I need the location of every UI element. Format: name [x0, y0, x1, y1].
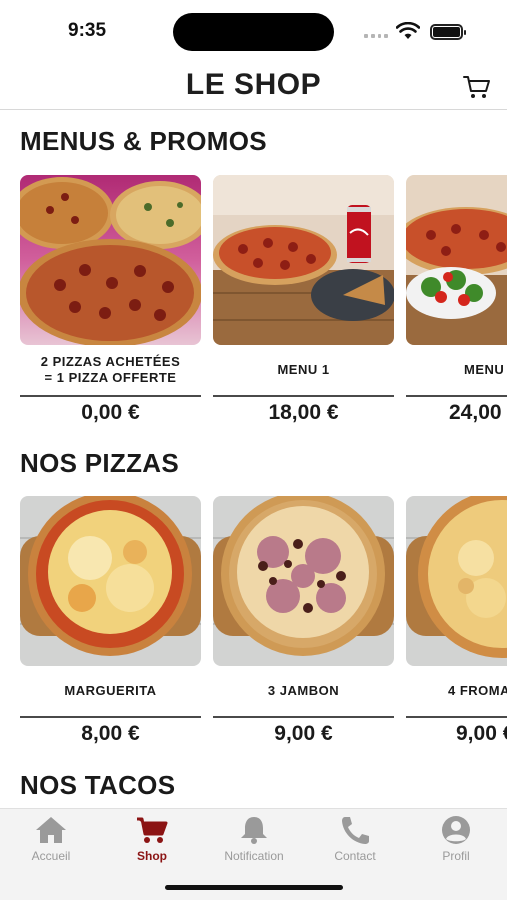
product-card[interactable]: 2 PIZZAS ACHETÉES = 1 PIZZA OFFERTE 0,00…	[20, 175, 201, 435]
page-title: LE SHOP	[185, 68, 322, 101]
divider	[213, 716, 394, 718]
product-name: 2 PIZZAS ACHETÉES = 1 PIZZA OFFERTE	[40, 354, 181, 385]
tab-label: Shop	[137, 849, 167, 863]
cart-icon	[137, 817, 168, 843]
tab-profil[interactable]: Profil	[406, 815, 506, 875]
product-image	[213, 496, 394, 666]
product-card[interactable]: MENU 2 24,00 €	[406, 175, 507, 435]
product-name: 3 JAMBON	[267, 683, 340, 698]
section-title-menus-promos: MENUS & PROMOS	[20, 126, 267, 156]
tab-label: Contact	[334, 849, 376, 863]
product-image	[213, 175, 394, 345]
menus-promos-carousel[interactable]: 2 PIZZAS ACHETÉES = 1 PIZZA OFFERTE 0,00…	[20, 175, 507, 435]
product-price: 24,00 €	[449, 401, 507, 424]
pizzas-carousel[interactable]: MARGUERITA 8,00 € 3 JAMBON 9,00 € 4 FROM…	[20, 496, 507, 756]
divider	[20, 395, 201, 397]
tab-label: Profil	[442, 849, 470, 863]
product-price: 0,00 €	[81, 401, 140, 424]
product-image	[20, 496, 201, 666]
divider	[20, 716, 201, 718]
product-price: 9,00 €	[456, 722, 507, 745]
product-price: 9,00 €	[274, 722, 333, 745]
battery-icon	[430, 24, 466, 40]
product-image	[20, 175, 201, 345]
tab-contact[interactable]: Contact	[305, 815, 405, 875]
cellular-signal-icon	[364, 34, 388, 38]
status-time: 9:35	[68, 20, 107, 41]
tab-notification[interactable]: Notification	[204, 815, 304, 875]
status-bar: 9:35	[0, 0, 507, 62]
product-name: MENU 2	[464, 362, 507, 377]
product-name: MENU 1	[277, 362, 330, 377]
section-title-nos-tacos: NOS TACOS	[20, 770, 176, 800]
divider	[213, 395, 394, 397]
phone-icon	[342, 817, 369, 844]
tab-label: Accueil	[31, 849, 71, 863]
product-name: MARGUERITA	[64, 683, 157, 698]
cart-icon[interactable]	[462, 74, 492, 100]
divider	[406, 395, 507, 397]
home-icon	[36, 817, 66, 843]
section-title-nos-pizzas: NOS PIZZAS	[20, 448, 180, 478]
product-card[interactable]: MARGUERITA 8,00 €	[20, 496, 201, 756]
tab-shop[interactable]: Shop	[102, 815, 202, 875]
wifi-icon	[396, 22, 420, 39]
tab-accueil[interactable]: Accueil	[1, 815, 101, 875]
tab-label: Notification	[224, 849, 284, 863]
product-card[interactable]: 4 FROMAGES 9,00 €	[406, 496, 507, 756]
product-price: 18,00 €	[268, 401, 339, 424]
product-image	[406, 175, 507, 345]
profile-icon	[442, 816, 470, 844]
product-price: 8,00 €	[81, 722, 140, 745]
app-header: LE SHOP	[0, 62, 507, 110]
bell-icon	[241, 817, 267, 844]
product-card[interactable]: MENU 1 18,00 €	[213, 175, 394, 435]
product-image	[406, 496, 507, 666]
product-name: 4 FROMAGES	[448, 683, 507, 698]
product-card[interactable]: 3 JAMBON 9,00 €	[213, 496, 394, 756]
home-indicator	[165, 885, 343, 890]
dynamic-island	[173, 13, 334, 51]
divider	[406, 716, 507, 718]
